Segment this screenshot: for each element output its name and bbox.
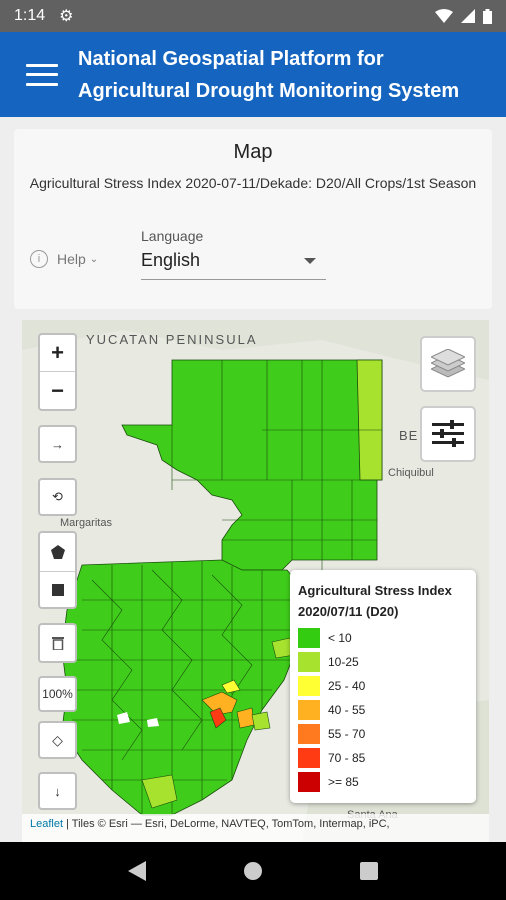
legend-title-line2: 2020/07/11 (D20) — [298, 604, 399, 619]
map-subtitle: Agricultural Stress Index 2020-07-11/Dek… — [29, 175, 477, 191]
wifi-icon — [435, 9, 453, 23]
legend-item: 40 - 55 — [298, 698, 468, 722]
gear-icon: ⚙ — [59, 8, 74, 25]
place-label: Chiquibul — [388, 467, 434, 479]
legend-label: 40 - 55 — [328, 703, 366, 717]
info-icon: i — [30, 250, 48, 268]
back-icon[interactable] — [128, 861, 147, 881]
layers-icon — [431, 349, 465, 378]
menu-icon[interactable] — [26, 63, 58, 86]
polygon-icon — [50, 544, 65, 559]
place-label: YUCATAN PENINSULA — [86, 332, 258, 347]
rectangle-icon — [51, 583, 64, 596]
help-label: Help — [57, 251, 86, 267]
legend-label: < 10 — [328, 631, 352, 645]
legend-label: 10-25 — [328, 655, 359, 669]
tag-icon: ◇ — [52, 731, 63, 748]
legend-swatch — [298, 724, 320, 744]
status-time: 1:14 — [14, 7, 46, 24]
language-select[interactable]: Language English — [141, 228, 326, 280]
legend-item: < 10 — [298, 626, 468, 650]
place-label: BE — [399, 428, 419, 443]
legend-item: 70 - 85 — [298, 746, 468, 770]
next-button[interactable]: → — [38, 425, 77, 463]
app-title: National Geospatial Platform for Agricul… — [72, 43, 459, 107]
recents-icon[interactable] — [359, 862, 378, 880]
opacity-button[interactable]: 100% — [38, 676, 77, 712]
legend-swatch — [298, 652, 320, 672]
trash-icon — [51, 637, 64, 650]
signal-icon — [461, 9, 475, 23]
legend-swatch — [298, 748, 320, 768]
battery-icon — [483, 8, 492, 24]
legend-item: 55 - 70 — [298, 722, 468, 746]
legend-item: 25 - 40 — [298, 674, 468, 698]
zoom-out-button[interactable]: − — [40, 372, 75, 409]
place-label: Margaritas — [60, 517, 112, 529]
map-attribution: Leaflet | Tiles © Esri — Esri, DeLorme, … — [22, 814, 489, 842]
dropdown-arrow-icon — [304, 257, 316, 264]
status-bar: 1:14 ⚙ — [0, 0, 506, 32]
legend-label: >= 85 — [328, 775, 359, 789]
android-nav-bar — [0, 842, 506, 900]
language-dropdown[interactable]: English — [141, 250, 326, 280]
language-value: English — [141, 250, 201, 270]
map-view[interactable]: YUCATAN PENINSULA BE Chiquibul Margarita… — [22, 320, 489, 842]
map-header-card: Map Agricultural Stress Index 2020-07-11… — [14, 129, 492, 309]
language-label: Language — [141, 228, 204, 244]
chevron-down-icon: ⌄ — [89, 253, 99, 265]
legend-label: 25 - 40 — [328, 679, 366, 693]
help-button[interactable]: i Help ⌄ — [30, 250, 98, 268]
app-title-line2: Agricultural Drought Monitoring System — [78, 79, 460, 102]
sliders-icon — [432, 420, 464, 447]
legend-item: 10-25 — [298, 650, 468, 674]
legend-swatch — [298, 700, 320, 720]
main-content: Map Agricultural Stress Index 2020-07-11… — [0, 117, 506, 842]
legend-title-line1: Agricultural Stress Index — [298, 583, 452, 598]
page-title: Map — [233, 141, 273, 163]
download-button[interactable]: ↓ — [38, 772, 77, 810]
delete-button[interactable] — [38, 623, 77, 663]
legend-swatch — [298, 772, 320, 792]
legend-label: 55 - 70 — [328, 727, 366, 741]
legend-swatch — [298, 628, 320, 648]
app-bar: National Geospatial Platform for Agricul… — [0, 32, 506, 117]
map-legend: Agricultural Stress Index 2020/07/11 (D2… — [290, 570, 476, 803]
legend-swatch — [298, 676, 320, 696]
app-title-line1: National Geospatial Platform for — [78, 47, 384, 70]
filter-settings-button[interactable] — [420, 406, 476, 462]
draw-polygon-button[interactable] — [38, 531, 77, 609]
legend-item: >= 85 — [298, 770, 468, 794]
attribution-text: | Tiles © Esri — Esri, DeLorme, NAVTEQ, … — [63, 818, 390, 830]
zoom-control: + − — [38, 333, 77, 411]
tag-button[interactable]: ◇ — [38, 721, 77, 759]
leaflet-link[interactable]: Leaflet — [30, 818, 63, 830]
layers-button[interactable] — [420, 336, 476, 392]
home-icon[interactable] — [243, 861, 263, 881]
zoom-in-button[interactable]: + — [40, 335, 75, 372]
rotate-button[interactable]: ⟲ — [38, 478, 77, 516]
legend-label: 70 - 85 — [328, 751, 366, 765]
